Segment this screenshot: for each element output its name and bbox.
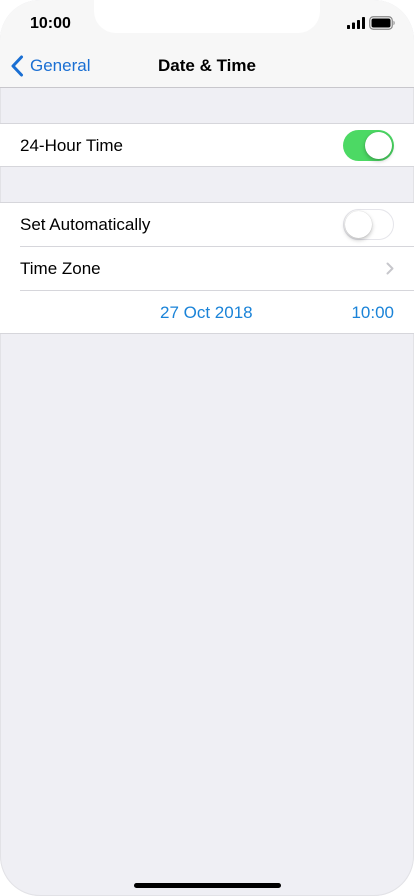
setting-label-time-zone: Time Zone: [20, 259, 101, 278]
home-indicator[interactable]: [134, 883, 281, 888]
cellular-signal-icon: [347, 17, 365, 29]
setting-label-24-hour-time: 24-Hour Time: [20, 136, 123, 155]
page-title: Date & Time: [158, 56, 256, 75]
settings-group-format: 24-Hour Time: [0, 123, 414, 167]
status-time: 10:00: [30, 15, 71, 32]
setting-row-set-automatically: Set Automatically: [0, 203, 414, 247]
status-bar: 10:00: [0, 0, 414, 44]
setting-row-time-zone[interactable]: Time Zone: [0, 246, 414, 291]
time-value[interactable]: 10:00: [351, 303, 394, 323]
setting-row-date-time: 27 Oct 2018 10:00: [0, 290, 414, 335]
battery-icon: [369, 16, 395, 30]
toggle-24-hour-time[interactable]: [343, 130, 394, 161]
notch: [94, 0, 320, 33]
toggle-knob: [345, 211, 372, 238]
toggle-knob: [365, 132, 392, 159]
date-value[interactable]: 27 Oct 2018: [160, 303, 253, 323]
settings-group-datetime: Set Automatically Time Zone 27 Oct 2018 …: [0, 202, 414, 334]
setting-row-24-hour-time: 24-Hour Time: [0, 124, 414, 168]
phone-screen: 10:00 General Date & Time 24-Hour Time S…: [0, 0, 414, 896]
navigation-bar: General Date & Time: [0, 44, 414, 88]
toggle-set-automatically[interactable]: [343, 209, 394, 240]
chevron-right-icon: [386, 262, 394, 275]
setting-label-set-automatically: Set Automatically: [20, 215, 151, 234]
